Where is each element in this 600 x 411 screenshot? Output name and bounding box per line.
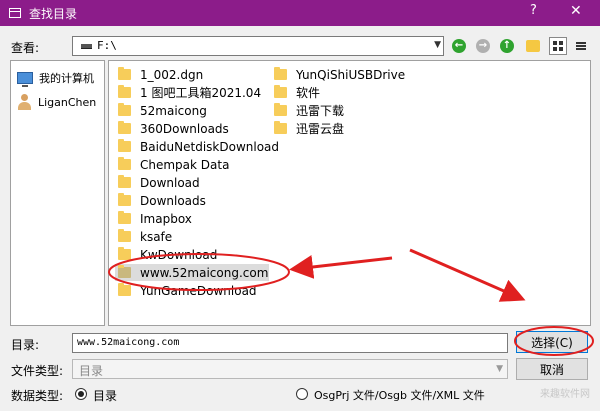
places-sidebar: 我的计算机 LiganChen — [10, 60, 105, 326]
watermark: 来趣软件网 — [540, 389, 590, 400]
radio-osgprj-label: OsgPrj 文件/Osgb 文件/XML 文件 — [314, 389, 485, 402]
directory-label: 目录: — [11, 338, 40, 352]
folder-icon — [118, 157, 131, 170]
radio-osgprj[interactable] — [296, 388, 308, 400]
filetype-value: 目录 — [79, 364, 104, 378]
list-item[interactable]: 迅雷云盘 — [271, 120, 344, 137]
filetype-label: 文件类型: — [11, 364, 64, 378]
folder-icon — [274, 85, 287, 98]
folder-icon — [274, 67, 287, 80]
folder-icon — [118, 229, 131, 242]
list-item[interactable]: 软件 — [271, 84, 320, 101]
close-button[interactable]: ✕ — [570, 3, 582, 19]
lookin-combobox[interactable]: F:\ ▼ — [72, 36, 444, 56]
sidebar-item-computer[interactable]: 我的计算机 — [17, 70, 94, 87]
folder-icon — [118, 283, 131, 296]
list-item[interactable]: Chempak Data — [115, 156, 229, 173]
list-item[interactable]: Imapbox — [115, 210, 192, 227]
detail-view-button[interactable] — [572, 37, 590, 55]
forward-arrow-icon: → — [476, 39, 490, 53]
folder-icon — [118, 247, 131, 260]
folder-icon — [274, 121, 287, 134]
folder-icon — [274, 103, 287, 116]
folder-icon — [118, 85, 131, 98]
parent-folder-button[interactable]: ↑ — [498, 37, 516, 55]
detail-view-icon — [576, 41, 586, 51]
chevron-down-icon[interactable]: ▼ — [434, 40, 441, 50]
back-arrow-icon: ← — [452, 39, 466, 53]
folder-icon — [118, 211, 131, 224]
sidebar-item-label: 我的计算机 — [39, 72, 94, 85]
folder-icon — [118, 193, 131, 206]
sidebar-item-label: LiganChen — [38, 95, 97, 109]
forward-button[interactable]: → — [474, 37, 492, 55]
datatype-label: 数据类型: — [11, 389, 64, 403]
lookin-label: 查看: — [11, 41, 40, 55]
new-folder-icon — [526, 40, 540, 52]
list-item[interactable]: 迅雷下载 — [271, 102, 344, 119]
grid-view-icon — [553, 41, 563, 51]
radio-directory[interactable] — [75, 388, 87, 400]
folder-icon — [118, 103, 131, 116]
lookin-value: F:\ — [97, 39, 117, 52]
title-bar: 查找目录 ? ✕ — [0, 0, 600, 26]
drive-icon — [81, 44, 92, 49]
folder-icon — [118, 175, 131, 188]
list-item[interactable]: 1_002.dgn — [115, 66, 203, 83]
list-item[interactable]: 52maicong — [115, 102, 207, 119]
cancel-button[interactable]: 取消 — [516, 358, 588, 380]
file-list[interactable]: 1_002.dgn 1 图吧工具箱2021.04 52maicong 360Do… — [108, 60, 591, 326]
list-item[interactable]: 1 图吧工具箱2021.04 — [115, 84, 261, 101]
user-folder-icon — [17, 94, 31, 110]
list-item[interactable]: Download — [115, 174, 200, 191]
directory-input[interactable]: www.52maicong.com — [72, 333, 508, 353]
folder-icon — [118, 139, 131, 152]
list-item[interactable]: YunQiShiUSBDrive — [271, 66, 405, 83]
help-button[interactable]: ? — [530, 3, 537, 18]
radio-directory-label: 目录 — [93, 389, 118, 403]
folder-icon — [118, 67, 131, 80]
list-item[interactable]: YunGameDownload — [115, 282, 257, 299]
chevron-down-icon[interactable]: ▼ — [496, 364, 503, 374]
list-item[interactable]: BaiduNetdiskDownload — [115, 138, 279, 155]
list-item[interactable]: ksafe — [115, 228, 172, 245]
list-item[interactable]: 360Downloads — [115, 120, 229, 137]
window-icon — [9, 8, 21, 18]
list-item[interactable]: KwDownload — [115, 246, 217, 263]
filetype-combobox[interactable]: 目录 ▼ — [72, 359, 508, 379]
list-item[interactable]: Downloads — [115, 192, 206, 209]
new-folder-button[interactable] — [524, 37, 542, 55]
folder-icon — [118, 265, 131, 278]
folder-icon — [118, 121, 131, 134]
directory-value: www.52maicong.com — [77, 337, 180, 348]
computer-icon — [17, 72, 33, 87]
select-button[interactable]: 选择(C) — [516, 331, 588, 353]
up-arrow-icon: ↑ — [500, 39, 514, 53]
list-view-button[interactable] — [549, 37, 567, 55]
window-title: 查找目录 — [29, 6, 78, 21]
back-button[interactable]: ← — [450, 37, 468, 55]
list-item-selected[interactable]: www.52maicong.com — [115, 264, 269, 281]
sidebar-item-user[interactable]: LiganChen — [17, 94, 96, 110]
